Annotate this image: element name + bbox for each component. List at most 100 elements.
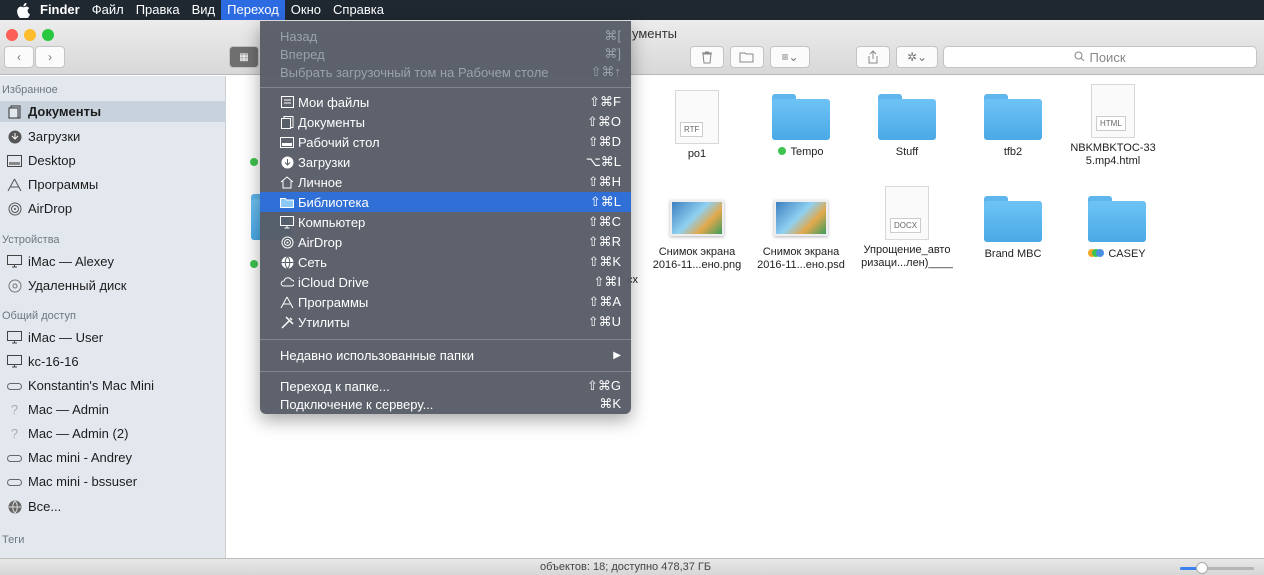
sidebar-item-applications[interactable]: Программы [0,174,226,195]
action-button[interactable]: ✲⌄ [896,46,938,68]
folder-tempo[interactable]: Tempo [741,94,861,159]
menu-item-forward[interactable]: Вперед ⌘] [260,44,631,64]
file-name-line2: ризаци...лен)____ [861,257,953,269]
folder-casey[interactable]: CASEY [1057,196,1177,261]
minimize-window-button[interactable] [24,29,36,41]
sidebar-item-imac-alexey[interactable]: iMac — Alexey [0,251,226,272]
icon-view-button[interactable]: ▦ [229,46,259,68]
menu-item-all-my-files[interactable]: Мои файлы ⇧⌘F [260,92,631,112]
menu-item-recent-folders[interactable]: Недавно использованные папки ▶ [260,345,631,365]
sidebar-item-downloads[interactable]: Загрузки [0,126,226,147]
go-menu: Назад ⌘[ Вперед ⌘] Выбрать загрузочный т… [260,21,631,414]
downloads-icon [7,129,22,144]
file-name: Brand MBC [984,248,1042,260]
home-icon [280,175,294,189]
menu-edit[interactable]: Правка [130,0,186,20]
search-icon [1074,50,1085,65]
file-name-line2: 2016-11...ено.psd [757,259,845,271]
close-window-button[interactable] [6,29,18,41]
icon-size-slider[interactable] [1180,562,1254,574]
menu-item-connect-to-server[interactable]: Подключение к серверу... ⌘K [260,394,631,414]
menu-item-icloud-drive[interactable]: iCloud Drive ⇧⌘I [260,272,631,292]
list-icon: ≡⌄ [781,50,799,64]
sidebar-item-mac-mini-bssuser[interactable]: Mac mini - bssuser [0,471,226,492]
cloud-icon [280,275,294,289]
sidebar-item-label: Desktop [28,153,76,168]
file-name-line2: 5.mp4.html [1085,155,1141,167]
folder-brand-mbc[interactable]: Brand MBC [953,196,1073,261]
folder-icon [280,195,294,209]
computer-icon [7,330,22,345]
sidebar-item-imac-user[interactable]: iMac — User [0,327,226,348]
menu-window[interactable]: Окно [285,0,327,20]
menu-item-documents[interactable]: Документы ⇧⌘O [260,112,631,132]
chevron-left-icon: ‹ [17,50,21,64]
folder-icon [878,94,936,140]
menu-item-startup-disk[interactable]: Выбрать загрузочный том на Рабочем столе… [260,62,631,82]
menu-separator [260,371,631,372]
file-screenshot-psd[interactable]: Снимок экрана 2016-11...ено.psd [741,196,861,272]
file-screenshot-png[interactable]: Снимок экрана 2016-11...ено.png [637,196,757,272]
menu-item-airdrop[interactable]: AirDrop ⇧⌘R [260,232,631,252]
menu-item-network[interactable]: Сеть ⇧⌘K [260,252,631,272]
sidebar-item-airdrop[interactable]: AirDrop [0,198,226,219]
menu-item-computer[interactable]: Компьютер ⇧⌘C [260,212,631,232]
menu-item-library[interactable]: Библиотека ⇧⌘L [260,192,631,212]
apple-icon[interactable] [12,2,34,18]
computer-icon [7,254,22,269]
menu-item-downloads[interactable]: Загрузки ⌥⌘L [260,152,631,172]
sidebar-item-all[interactable]: Все... [0,496,226,517]
icon-size-slider-knob[interactable] [1196,562,1209,574]
menu-item-utilities[interactable]: Утилиты ⇧⌘U [260,312,631,332]
status-bar: объектов: 18; доступно 478,37 ГБ [0,558,1264,575]
search-field[interactable]: Поиск [943,46,1257,68]
file-name-line1: NBKMBKTOC-33 [1070,142,1156,154]
back-button[interactable]: ‹ [4,46,34,68]
sidebar-item-mac-admin[interactable]: ? Mac — Admin [0,399,226,420]
menu-item-go-to-folder[interactable]: Переход к папке... ⇧⌘G [260,376,631,396]
sidebar-item-mac-mini-andrey[interactable]: Mac mini - Andrey [0,447,226,468]
sidebar-item-label: Все... [28,499,62,514]
sidebar-item-label: Mac mini - bssuser [28,474,138,489]
zoom-window-button[interactable] [42,29,54,41]
file-po1[interactable]: RTF po1 [637,90,757,161]
applications-icon [7,177,22,192]
file-name-line2: 2016-11...ено.png [652,259,742,271]
folder-icon [1088,196,1146,242]
menu-item-back[interactable]: Назад ⌘[ [260,26,631,46]
share-button[interactable] [856,46,890,68]
question-icon: ? [10,426,19,441]
sidebar-item-kc-16-16[interactable]: kc-16-16 [0,351,226,372]
menu-finder[interactable]: Finder [34,0,86,20]
sidebar-item-mac-admin-2[interactable]: ? Mac — Admin (2) [0,423,226,444]
menu-file[interactable]: Файл [86,0,130,20]
sidebar-item-desktop[interactable]: Desktop [0,150,226,171]
menu-help[interactable]: Справка [327,0,390,20]
desktop-icon [7,153,22,168]
new-folder-button[interactable] [730,46,764,68]
sidebar-item-remote-disc[interactable]: Удаленный диск [0,275,226,296]
arrange-button[interactable]: ≡⌄ [770,46,810,68]
trash-button[interactable] [690,46,724,68]
sidebar-item-documents[interactable]: Документы [0,101,226,122]
menu-item-applications[interactable]: Программы ⇧⌘A [260,292,631,312]
menu-item-home[interactable]: Личное ⇧⌘H [260,172,631,192]
folder-stuff[interactable]: Stuff [847,94,967,159]
sidebar-item-konstantin-mac-mini[interactable]: Konstantin's Mac Mini [0,375,226,396]
file-name: Tempo [741,146,861,159]
menu-go[interactable]: Переход [221,0,285,20]
folder-icon [984,94,1042,140]
applications-icon [280,295,294,309]
menu-view[interactable]: Вид [186,0,222,20]
all-files-icon [280,95,294,109]
menu-item-desktop[interactable]: Рабочий стол ⇧⌘D [260,132,631,152]
file-uproshchenie-docx[interactable]: DOCX Упрощение_авто ризаци...лен)____ [847,186,967,270]
trash-icon [702,51,712,63]
sidebar-item-label: Удаленный диск [28,278,127,293]
menu-bar: Finder Файл Правка Вид Переход Окно Спра… [0,0,1264,20]
forward-button[interactable]: › [35,46,65,68]
file-nbkmbktoc-html[interactable]: HTML NBKMBKTOC-33 5.mp4.html [1053,84,1173,168]
sidebar-item-label: Mac — Admin (2) [28,426,129,441]
tags-header: Теги [2,534,25,546]
downloads-icon [280,155,294,169]
